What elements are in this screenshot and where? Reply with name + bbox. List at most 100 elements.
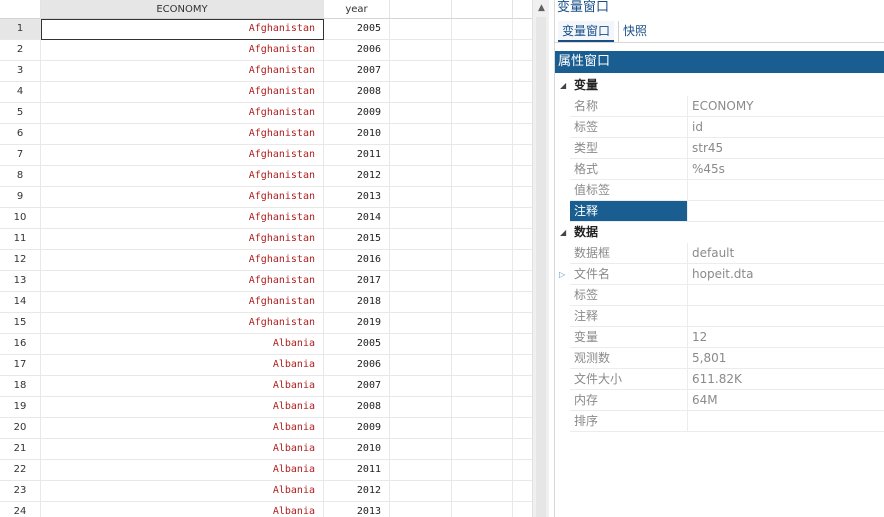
- empty-cell[interactable]: [390, 145, 452, 166]
- year-cell[interactable]: 2011: [324, 145, 390, 166]
- economy-cell[interactable]: Afghanistan: [41, 61, 324, 82]
- empty-cell[interactable]: [452, 439, 513, 460]
- table-row[interactable]: 14 Afghanistan 2018: [0, 292, 532, 313]
- empty-cell[interactable]: [452, 271, 513, 292]
- year-cell[interactable]: 2016: [324, 250, 390, 271]
- empty-cell[interactable]: [390, 166, 452, 187]
- empty-cell[interactable]: [390, 271, 452, 292]
- table-row[interactable]: 22 Albania 2011: [0, 460, 532, 481]
- triangle-down-icon[interactable]: ◢: [560, 75, 566, 96]
- empty-cell[interactable]: [390, 19, 452, 40]
- property-value[interactable]: [688, 201, 884, 222]
- year-cell[interactable]: 2013: [324, 502, 390, 517]
- empty-cell[interactable]: [390, 229, 452, 250]
- year-cell[interactable]: 2009: [324, 103, 390, 124]
- empty-cell[interactable]: [390, 418, 452, 439]
- empty-cell[interactable]: [452, 292, 513, 313]
- year-cell[interactable]: 2013: [324, 187, 390, 208]
- year-cell[interactable]: 2014: [324, 208, 390, 229]
- table-row[interactable]: 1 Afghanistan 2005: [0, 19, 532, 40]
- economy-cell[interactable]: Albania: [41, 334, 324, 355]
- year-cell[interactable]: 2012: [324, 166, 390, 187]
- empty-cell[interactable]: [513, 376, 532, 397]
- row-number-cell[interactable]: 2: [0, 40, 41, 61]
- property-row[interactable]: 注释: [555, 201, 884, 222]
- column-header-empty[interactable]: [452, 0, 513, 19]
- empty-cell[interactable]: [452, 334, 513, 355]
- row-number-cell[interactable]: 23: [0, 481, 41, 502]
- property-value[interactable]: str45: [688, 138, 884, 159]
- empty-cell[interactable]: [390, 103, 452, 124]
- empty-cell[interactable]: [452, 208, 513, 229]
- table-row[interactable]: 2 Afghanistan 2006: [0, 40, 532, 61]
- year-cell[interactable]: 2008: [324, 82, 390, 103]
- empty-cell[interactable]: [390, 61, 452, 82]
- empty-cell[interactable]: [390, 376, 452, 397]
- table-row[interactable]: 24 Albania 2013: [0, 502, 532, 517]
- empty-cell[interactable]: [513, 250, 532, 271]
- economy-cell[interactable]: Albania: [41, 460, 324, 481]
- table-row[interactable]: 16 Albania 2005: [0, 334, 532, 355]
- economy-cell[interactable]: Albania: [41, 355, 324, 376]
- table-row[interactable]: 18 Albania 2007: [0, 376, 532, 397]
- year-cell[interactable]: 2010: [324, 124, 390, 145]
- economy-cell[interactable]: Afghanistan: [41, 166, 324, 187]
- year-cell[interactable]: 2007: [324, 376, 390, 397]
- row-number-cell[interactable]: 9: [0, 187, 41, 208]
- row-number-cell[interactable]: 15: [0, 313, 41, 334]
- table-row[interactable]: 9 Afghanistan 2013: [0, 187, 532, 208]
- row-number-cell[interactable]: 5: [0, 103, 41, 124]
- row-number-cell[interactable]: 14: [0, 292, 41, 313]
- empty-cell[interactable]: [452, 124, 513, 145]
- economy-cell[interactable]: Albania: [41, 439, 324, 460]
- empty-cell[interactable]: [390, 250, 452, 271]
- property-row[interactable]: 文件大小 611.82K: [555, 369, 884, 390]
- property-value[interactable]: %45s: [688, 159, 884, 180]
- empty-cell[interactable]: [452, 502, 513, 517]
- year-cell[interactable]: 2009: [324, 418, 390, 439]
- row-number-cell[interactable]: 6: [0, 124, 41, 145]
- empty-cell[interactable]: [452, 229, 513, 250]
- empty-cell[interactable]: [452, 166, 513, 187]
- table-row[interactable]: 15 Afghanistan 2019: [0, 313, 532, 334]
- empty-cell[interactable]: [513, 439, 532, 460]
- property-row[interactable]: 值标签: [555, 180, 884, 201]
- year-cell[interactable]: 2011: [324, 460, 390, 481]
- economy-cell[interactable]: Afghanistan: [41, 208, 324, 229]
- row-number-cell[interactable]: 4: [0, 82, 41, 103]
- property-value[interactable]: 12: [688, 327, 884, 348]
- year-cell[interactable]: 2012: [324, 481, 390, 502]
- table-row[interactable]: 17 Albania 2006: [0, 355, 532, 376]
- property-row[interactable]: 格式 %45s: [555, 159, 884, 180]
- property-row[interactable]: 内存 64M: [555, 390, 884, 411]
- row-number-cell[interactable]: 16: [0, 334, 41, 355]
- empty-cell[interactable]: [390, 481, 452, 502]
- property-row[interactable]: ▷ 文件名 hopeit.dta: [555, 264, 884, 285]
- row-number-cell[interactable]: 3: [0, 61, 41, 82]
- row-number-cell[interactable]: 19: [0, 397, 41, 418]
- empty-cell[interactable]: [513, 229, 532, 250]
- economy-cell[interactable]: Albania: [41, 376, 324, 397]
- property-value[interactable]: ECONOMY: [688, 96, 884, 117]
- year-cell[interactable]: 2010: [324, 439, 390, 460]
- property-value[interactable]: 5,801: [688, 348, 884, 369]
- property-value[interactable]: [688, 411, 884, 432]
- empty-cell[interactable]: [390, 208, 452, 229]
- empty-cell[interactable]: [452, 460, 513, 481]
- empty-cell[interactable]: [452, 145, 513, 166]
- empty-cell[interactable]: [513, 145, 532, 166]
- row-number-header[interactable]: [0, 0, 41, 19]
- economy-cell[interactable]: Albania: [41, 397, 324, 418]
- year-cell[interactable]: 2006: [324, 355, 390, 376]
- property-value[interactable]: hopeit.dta: [688, 264, 884, 285]
- economy-cell[interactable]: Albania: [41, 481, 324, 502]
- year-cell[interactable]: 2005: [324, 19, 390, 40]
- empty-cell[interactable]: [390, 292, 452, 313]
- economy-cell[interactable]: Afghanistan: [41, 124, 324, 145]
- economy-cell[interactable]: Albania: [41, 418, 324, 439]
- table-row[interactable]: 6 Afghanistan 2010: [0, 124, 532, 145]
- property-row[interactable]: 标签 id: [555, 117, 884, 138]
- property-value[interactable]: 611.82K: [688, 369, 884, 390]
- year-cell[interactable]: 2008: [324, 397, 390, 418]
- empty-cell[interactable]: [513, 40, 532, 61]
